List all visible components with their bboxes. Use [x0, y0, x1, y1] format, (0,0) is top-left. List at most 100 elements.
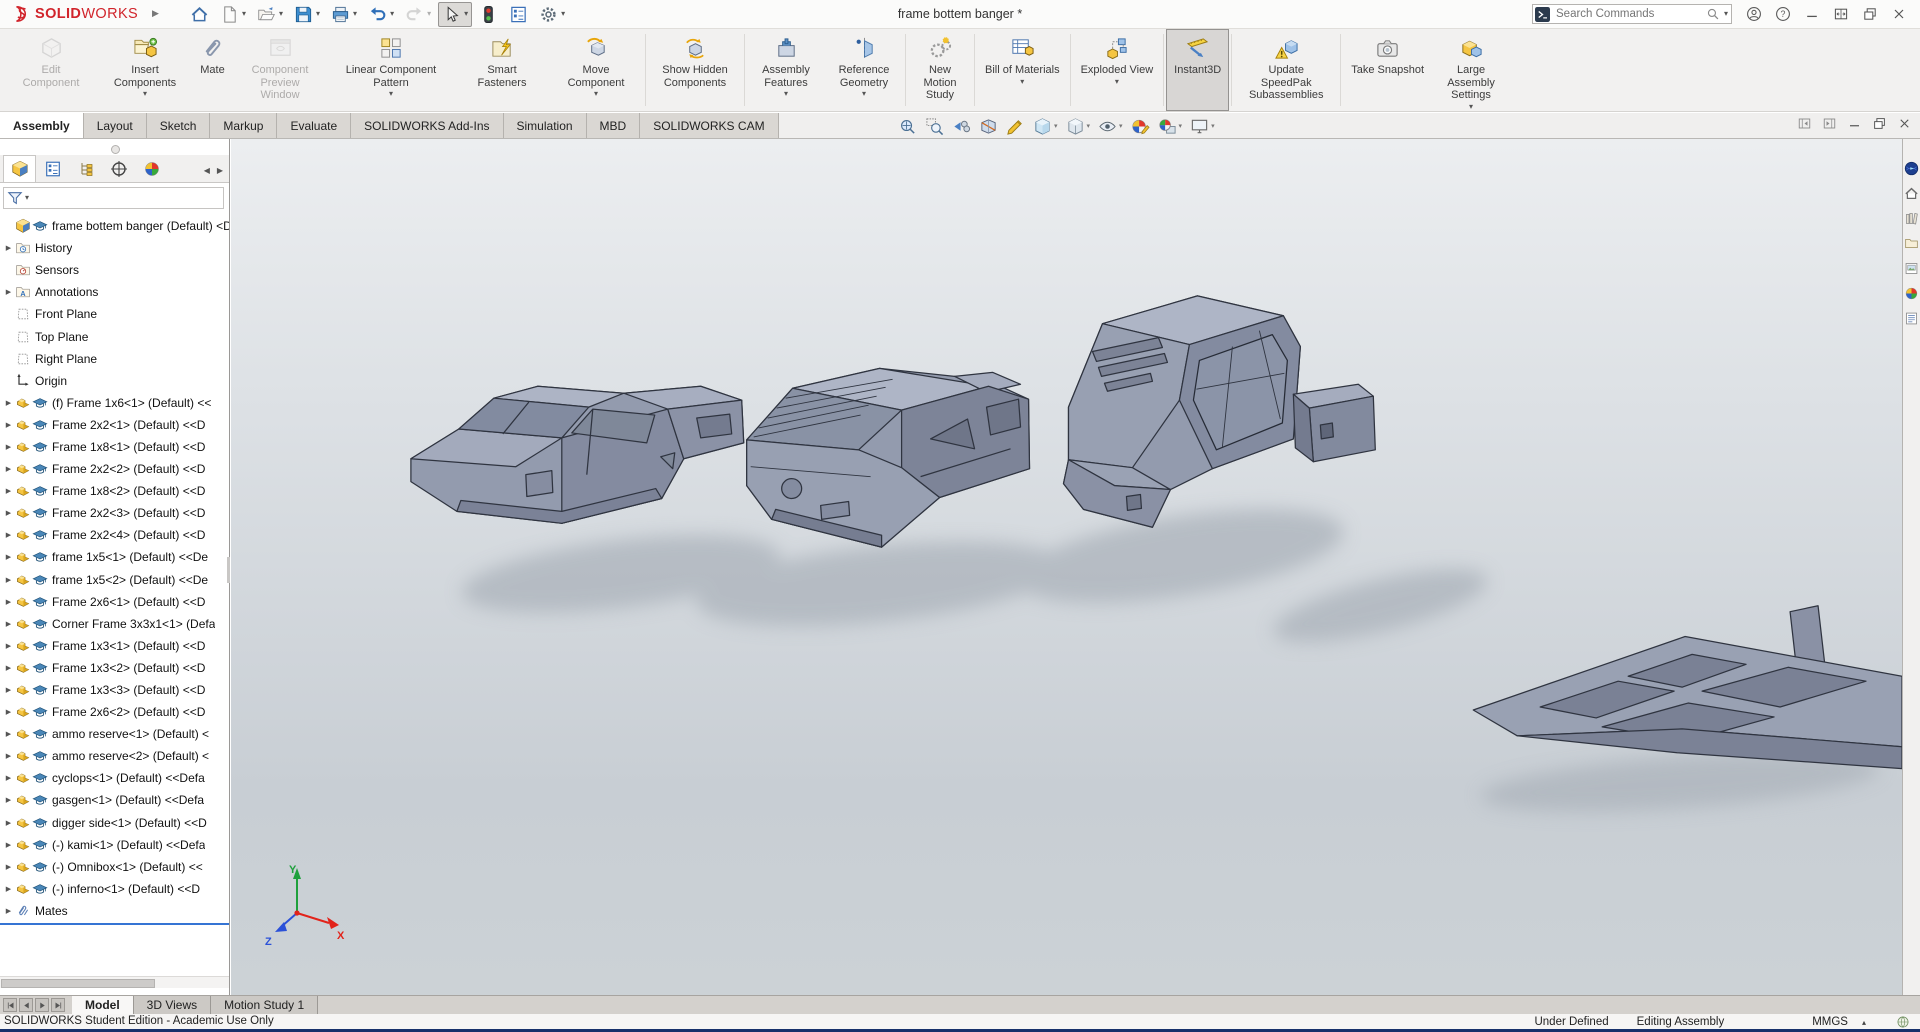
expand-arrow-icon[interactable]: ▶ [2, 752, 15, 760]
doc-close-button[interactable] [1897, 116, 1912, 136]
expand-arrow-icon[interactable]: ▶ [2, 244, 15, 252]
new-document-button[interactable]: ▾ [216, 2, 250, 27]
tree-item[interactable]: Front Plane [0, 303, 229, 325]
tree-item[interactable]: ▶Frame 2x2<2> (Default) <<D [0, 458, 229, 480]
take-snapshot-button[interactable]: Take Snapshot [1343, 29, 1432, 111]
zoom-to-fit-button[interactable] [895, 116, 920, 137]
tree-item[interactable]: ▶AAnnotations [0, 281, 229, 303]
view-orientation-button[interactable]: ▾ [1030, 116, 1061, 137]
update-speedpak-subassemblies-button[interactable]: Update SpeedPak Subassemblies [1234, 29, 1338, 111]
dynamic-annotation-views-button[interactable] [1003, 116, 1028, 137]
home-button[interactable] [186, 2, 213, 27]
options-button[interactable]: ▾ [535, 2, 569, 27]
expand-arrow-icon[interactable]: ▶ [2, 620, 15, 628]
tree-item[interactable]: ▶Frame 2x2<4> (Default) <<D [0, 524, 229, 546]
tab-evaluate[interactable]: Evaluate [277, 113, 351, 138]
tab-mbd[interactable]: MBD [587, 113, 641, 138]
tree-item[interactable]: ▶gasgen<1> (Default) <<Defa [0, 789, 229, 811]
tab-assembly[interactable]: Assembly [0, 113, 84, 138]
tree-item[interactable]: ▶Frame 1x3<3> (Default) <<D [0, 679, 229, 701]
doc-tab-motion-study-1[interactable]: Motion Study 1 [211, 996, 318, 1014]
file-explorer-tab[interactable] [1904, 236, 1919, 251]
rollback-bar[interactable] [0, 923, 229, 925]
expand-arrow-icon[interactable]: ▶ [2, 730, 15, 738]
expand-arrow-icon[interactable]: ▶ [2, 885, 15, 893]
scrollbar-thumb[interactable] [1, 979, 155, 988]
featuremanager-design-tree-tab[interactable] [3, 155, 36, 182]
tab-solidworks-add-ins[interactable]: SOLIDWORKS Add-Ins [351, 113, 503, 138]
tree-item[interactable]: Top Plane [0, 325, 229, 347]
tree-item[interactable]: ▶Frame 1x3<1> (Default) <<D [0, 635, 229, 657]
tree-item[interactable]: ▶Frame 2x2<1> (Default) <<D [0, 414, 229, 436]
3dexperience-marketplace-tab[interactable] [1904, 161, 1919, 176]
view-palette-tab[interactable] [1904, 261, 1919, 276]
tree-item[interactable]: ▶(-) inferno<1> (Default) <<D [0, 878, 229, 900]
expand-arrow-icon[interactable]: ▶ [2, 819, 15, 827]
redo-button[interactable]: ▾ [401, 2, 435, 27]
smart-fasteners-button[interactable]: Smart Fasteners [455, 29, 549, 111]
solidworks-resources-tab[interactable] [1904, 186, 1919, 201]
move-component-button[interactable]: Move Component▾ [549, 29, 643, 111]
tab-sketch[interactable]: Sketch [147, 113, 211, 138]
tab-markup[interactable]: Markup [210, 113, 277, 138]
print-button[interactable]: ▾ [327, 2, 361, 27]
reference-geometry-button[interactable]: Reference Geometry▾ [825, 29, 903, 111]
previous-view-button[interactable] [949, 116, 974, 137]
mate-button[interactable]: Mate [192, 29, 233, 111]
configurationmanager-tab[interactable] [69, 155, 102, 182]
search-input[interactable] [1554, 7, 1702, 21]
view-settings-button[interactable]: ▾ [1187, 116, 1218, 137]
expand-arrow-icon[interactable]: ▶ [2, 841, 15, 849]
instant3d-button[interactable]: Instant3D [1166, 29, 1229, 111]
tab-simulation[interactable]: Simulation [504, 113, 587, 138]
panel-splitter-grip[interactable] [111, 145, 120, 154]
component-preview-window-button[interactable]: Component Preview Window [233, 29, 327, 111]
nav-prev-button[interactable] [19, 998, 33, 1012]
restore-button[interactable] [1857, 3, 1883, 25]
expand-arrow-icon[interactable]: ▶ [2, 774, 15, 782]
expand-arrow-icon[interactable]: ▶ [2, 796, 15, 804]
expand-arrow-icon[interactable]: ▶ [2, 465, 15, 473]
tree-item[interactable]: ▶(-) kami<1> (Default) <<Defa [0, 834, 229, 856]
expand-arrow-icon[interactable]: ▶ [2, 686, 15, 694]
minimize-button[interactable] [1799, 3, 1825, 25]
custom-properties-tab[interactable] [1904, 311, 1919, 326]
panel-edge-grip[interactable] [227, 557, 230, 583]
tree-item[interactable]: frame bottem banger (Default) <D [0, 215, 229, 237]
tree-item[interactable]: ▶Frame 1x3<2> (Default) <<D [0, 657, 229, 679]
nav-next-button[interactable] [35, 998, 49, 1012]
expand-arrow-icon[interactable]: ▶ [2, 553, 15, 561]
apply-scene-button[interactable]: ▾ [1155, 116, 1186, 137]
filter-funnel-icon[interactable] [7, 190, 23, 206]
tree-item[interactable]: ▶ammo reserve<2> (Default) < [0, 745, 229, 767]
edit-component-button[interactable]: Edit Component [4, 29, 98, 111]
expand-arrow-icon[interactable]: ▶ [2, 531, 15, 539]
options-list-button[interactable] [505, 2, 532, 27]
logo-flyout-arrow-icon[interactable]: ▶ [152, 8, 159, 19]
show-hidden-components-button[interactable]: Show Hidden Components [648, 29, 742, 111]
tree-item[interactable]: ▶cyclops<1> (Default) <<Defa [0, 767, 229, 789]
filter-caret-icon[interactable]: ▾ [25, 194, 29, 202]
tab-layout[interactable]: Layout [84, 113, 147, 138]
nav-first-button[interactable] [3, 998, 17, 1012]
nav-last-button[interactable] [51, 998, 65, 1012]
tree-item[interactable]: ▶ammo reserve<1> (Default) < [0, 723, 229, 745]
select-button[interactable]: ▾ [438, 2, 472, 27]
hide-show-items-button[interactable]: ▾ [1095, 116, 1126, 137]
help-button[interactable]: ? [1770, 3, 1796, 25]
user-button[interactable] [1741, 3, 1767, 25]
collapse-pane-right-button[interactable] [1822, 116, 1837, 136]
open-document-button[interactable]: ▾ [253, 2, 287, 27]
appearances-scenes-tab[interactable] [1904, 286, 1919, 301]
component-cab-middle[interactable] [747, 368, 1030, 547]
search-caret-icon[interactable]: ▾ [1724, 10, 1728, 18]
insert-components-button[interactable]: Insert Components▾ [98, 29, 192, 111]
new-motion-study-button[interactable]: New Motion Study [908, 29, 972, 111]
tree-item[interactable]: ▶digger side<1> (Default) <<D [0, 812, 229, 834]
tree-horizontal-scrollbar[interactable] [0, 976, 229, 988]
tree-item[interactable]: ▶frame 1x5<1> (Default) <<De [0, 546, 229, 568]
tree-item[interactable]: ▶Mates [0, 900, 229, 922]
design-library-tab[interactable] [1904, 211, 1919, 226]
doc-tab-model[interactable]: Model [72, 996, 134, 1014]
component-frame-tray[interactable] [1473, 606, 1902, 769]
